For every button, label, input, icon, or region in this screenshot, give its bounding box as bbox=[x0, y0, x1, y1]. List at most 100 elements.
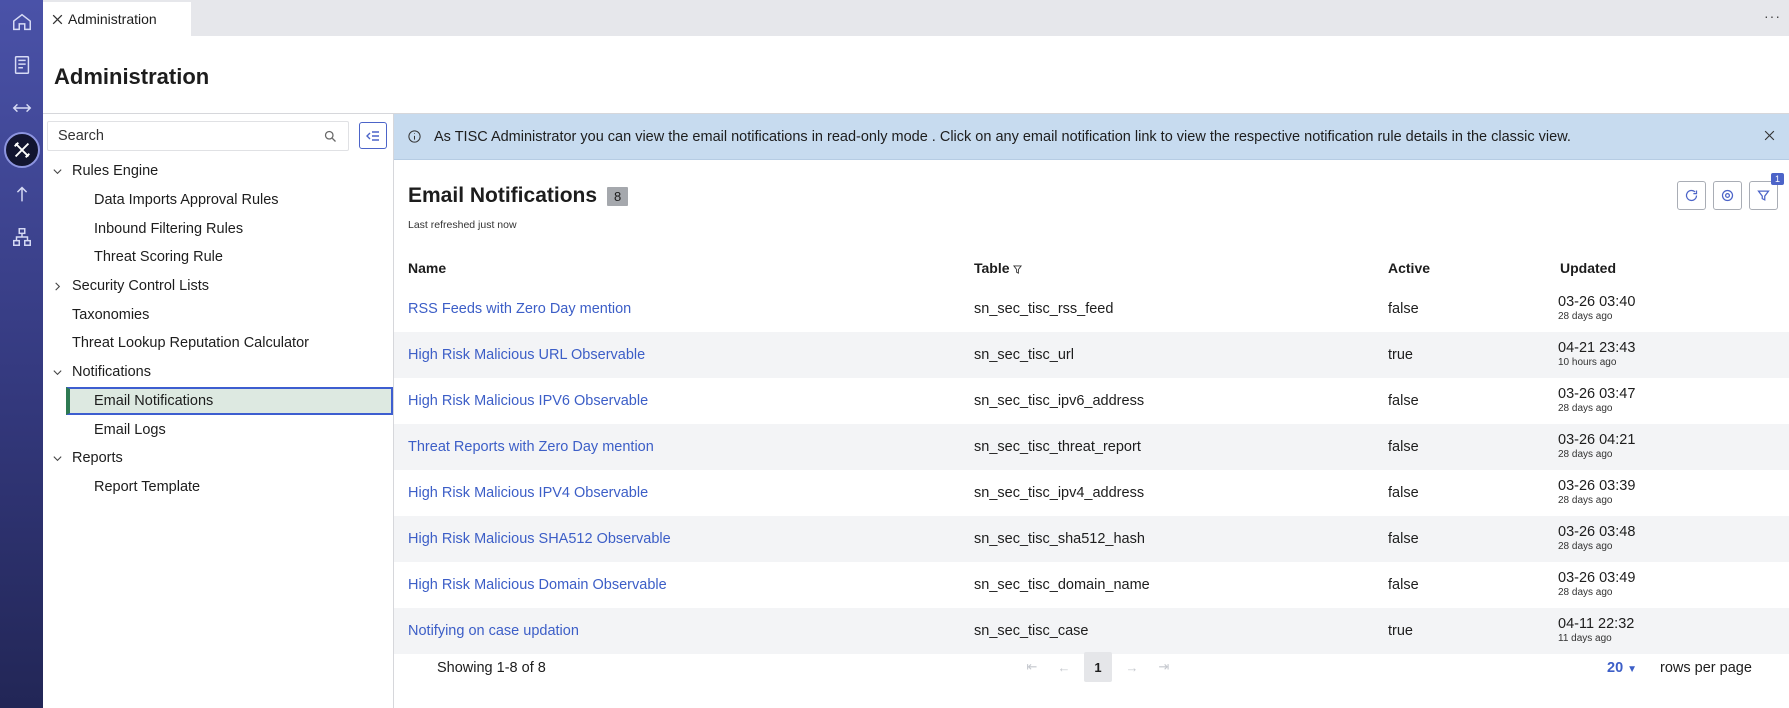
refresh-button[interactable] bbox=[1677, 181, 1706, 210]
column-header-updated[interactable]: Updated bbox=[1560, 260, 1616, 276]
hierarchy-icon[interactable] bbox=[6, 221, 37, 252]
table-cell: sn_sec_tisc_url bbox=[974, 347, 1074, 363]
settings-button[interactable] bbox=[1713, 181, 1742, 210]
admin-tools-icon[interactable] bbox=[4, 132, 40, 168]
rows-per-page-label: rows per page bbox=[1660, 660, 1752, 676]
updated-relative: 28 days ago bbox=[1558, 587, 1613, 598]
first-page-icon[interactable]: ⇤ bbox=[1016, 652, 1048, 682]
rows-per-page-select[interactable]: 20 ▼ bbox=[1607, 660, 1637, 676]
nav-item[interactable]: Notifications bbox=[43, 358, 393, 387]
main-panel: As TISC Administrator you can view the e… bbox=[393, 113, 1789, 708]
table-body: RSS Feeds with Zero Day mention sn_sec_ti… bbox=[394, 286, 1789, 654]
updated-timestamp: 03-26 03:47 bbox=[1558, 386, 1636, 402]
notification-link[interactable]: High Risk Malicious SHA512 Observable bbox=[408, 531, 671, 547]
book-icon[interactable] bbox=[6, 49, 37, 80]
collapse-nav-button[interactable] bbox=[359, 122, 387, 149]
column-header-table[interactable]: Table bbox=[974, 260, 1022, 276]
updated-cell: 03-26 04:21 28 days ago bbox=[1558, 433, 1635, 461]
updated-relative: 10 hours ago bbox=[1558, 357, 1617, 368]
table-row: High Risk Malicious IPV6 Observable sn_se… bbox=[394, 378, 1789, 424]
nav-item-label: Threat Lookup Reputation Calculator bbox=[72, 335, 309, 352]
updated-timestamp: 04-11 22:32 bbox=[1558, 616, 1635, 632]
nav-item[interactable]: Data Imports Approval Rules bbox=[43, 186, 393, 215]
transfer-icon[interactable] bbox=[6, 92, 37, 123]
nav-item[interactable]: Rules Engine bbox=[43, 157, 393, 186]
nav-item-label: Data Imports Approval Rules bbox=[94, 192, 279, 209]
nav-item[interactable]: Report Template bbox=[43, 473, 393, 502]
last-page-icon[interactable]: ⇥ bbox=[1148, 652, 1180, 682]
more-options-icon[interactable]: ··· bbox=[1764, 8, 1781, 24]
updated-relative: 28 days ago bbox=[1558, 449, 1613, 460]
search-icon bbox=[324, 130, 336, 142]
filter-count-badge: 1 bbox=[1770, 173, 1784, 185]
table-row: Threat Reports with Zero Day mention sn_s… bbox=[394, 424, 1789, 470]
table-cell: sn_sec_tisc_sha512_hash bbox=[974, 531, 1145, 547]
updated-relative: 28 days ago bbox=[1558, 541, 1613, 552]
current-page-button[interactable]: 1 bbox=[1084, 652, 1112, 682]
chevron-down-icon[interactable] bbox=[52, 367, 63, 378]
rows-per-page-value: 20 bbox=[1607, 660, 1624, 676]
notification-link[interactable]: High Risk Malicious URL Observable bbox=[408, 347, 645, 363]
nav-item[interactable]: Email Notifications bbox=[66, 386, 393, 416]
filter-button[interactable]: 1 bbox=[1749, 173, 1784, 210]
notification-link[interactable]: RSS Feeds with Zero Day mention bbox=[408, 301, 631, 317]
list-title: Email Notifications bbox=[408, 184, 598, 207]
active-cell: false bbox=[1388, 531, 1419, 547]
last-refreshed: Last refreshed just now bbox=[408, 219, 517, 231]
updated-timestamp: 03-26 03:49 bbox=[1558, 570, 1636, 586]
updated-cell: 04-21 23:43 10 hours ago bbox=[1558, 341, 1635, 369]
close-icon[interactable] bbox=[1762, 128, 1777, 143]
nav-item[interactable]: Reports bbox=[43, 444, 393, 473]
table-cell: sn_sec_tisc_threat_report bbox=[974, 439, 1141, 455]
table-cell: sn_sec_tisc_domain_name bbox=[974, 577, 1150, 593]
active-cell: false bbox=[1388, 439, 1419, 455]
chevron-right-icon[interactable] bbox=[52, 281, 63, 292]
list-header: Email Notifications 8 bbox=[408, 184, 629, 208]
updated-cell: 04-11 22:32 11 days ago bbox=[1558, 617, 1634, 645]
home-icon[interactable] bbox=[6, 6, 37, 37]
nav-item-label: Threat Scoring Rule bbox=[94, 249, 223, 266]
admin-nav: Search Rules Engine Data Imports Approval… bbox=[43, 113, 393, 708]
notification-link[interactable]: Threat Reports with Zero Day mention bbox=[408, 439, 654, 455]
nav-item-label: Security Control Lists bbox=[72, 278, 209, 295]
nav-item[interactable]: Threat Scoring Rule bbox=[43, 243, 393, 272]
showing-count: Showing 1-8 of 8 bbox=[437, 660, 546, 676]
notification-link[interactable]: High Risk Malicious Domain Observable bbox=[408, 577, 667, 593]
nav-item[interactable]: Security Control Lists bbox=[43, 272, 393, 301]
info-icon bbox=[408, 130, 421, 143]
column-header-active[interactable]: Active bbox=[1388, 260, 1430, 276]
table-row: High Risk Malicious SHA512 Observable sn_… bbox=[394, 516, 1789, 562]
notifications-table: Name Table Active Updated RSS Feeds with… bbox=[394, 250, 1789, 654]
column-header-table-label: Table bbox=[974, 260, 1010, 276]
tab-administration[interactable]: Administration bbox=[43, 2, 191, 36]
nav-item[interactable]: Inbound Filtering Rules bbox=[43, 214, 393, 243]
prev-page-icon[interactable]: ← bbox=[1048, 652, 1080, 682]
next-page-icon[interactable]: → bbox=[1116, 652, 1148, 682]
notification-link[interactable]: High Risk Malicious IPV4 Observable bbox=[408, 485, 648, 501]
notification-link[interactable]: High Risk Malicious IPV6 Observable bbox=[408, 393, 648, 409]
active-cell: true bbox=[1388, 623, 1413, 639]
notification-link[interactable]: Notifying on case updation bbox=[408, 623, 579, 639]
nav-item[interactable]: Threat Lookup Reputation Calculator bbox=[43, 329, 393, 358]
active-cell: false bbox=[1388, 393, 1419, 409]
nav-item[interactable]: Email Logs bbox=[43, 415, 393, 444]
updated-cell: 03-26 03:40 28 days ago bbox=[1558, 295, 1635, 323]
table-cell: sn_sec_tisc_ipv4_address bbox=[974, 485, 1145, 501]
upload-icon[interactable] bbox=[6, 178, 37, 209]
chevron-down-icon: ▼ bbox=[1627, 664, 1638, 675]
collapse-icon bbox=[366, 130, 379, 141]
search-input[interactable]: Search bbox=[47, 121, 349, 151]
column-filter-icon bbox=[1012, 265, 1022, 274]
updated-relative: 11 days ago bbox=[1558, 633, 1612, 644]
active-cell: false bbox=[1388, 301, 1419, 317]
nav-item[interactable]: Taxonomies bbox=[43, 300, 393, 329]
gear-icon bbox=[1721, 189, 1734, 202]
nav-item-label: Email Notifications bbox=[94, 392, 214, 409]
pagination-footer: Showing 1-8 of 8 ⇤ ← 1 → ⇥ 20 ▼ rows per… bbox=[394, 648, 1789, 690]
updated-cell: 03-26 03:47 28 days ago bbox=[1558, 387, 1635, 415]
nav-item-label: Notifications bbox=[72, 364, 151, 381]
nav-item-label: Reports bbox=[72, 450, 123, 467]
column-header-name[interactable]: Name bbox=[408, 260, 446, 276]
chevron-down-icon[interactable] bbox=[52, 166, 63, 177]
chevron-down-icon[interactable] bbox=[52, 453, 63, 464]
